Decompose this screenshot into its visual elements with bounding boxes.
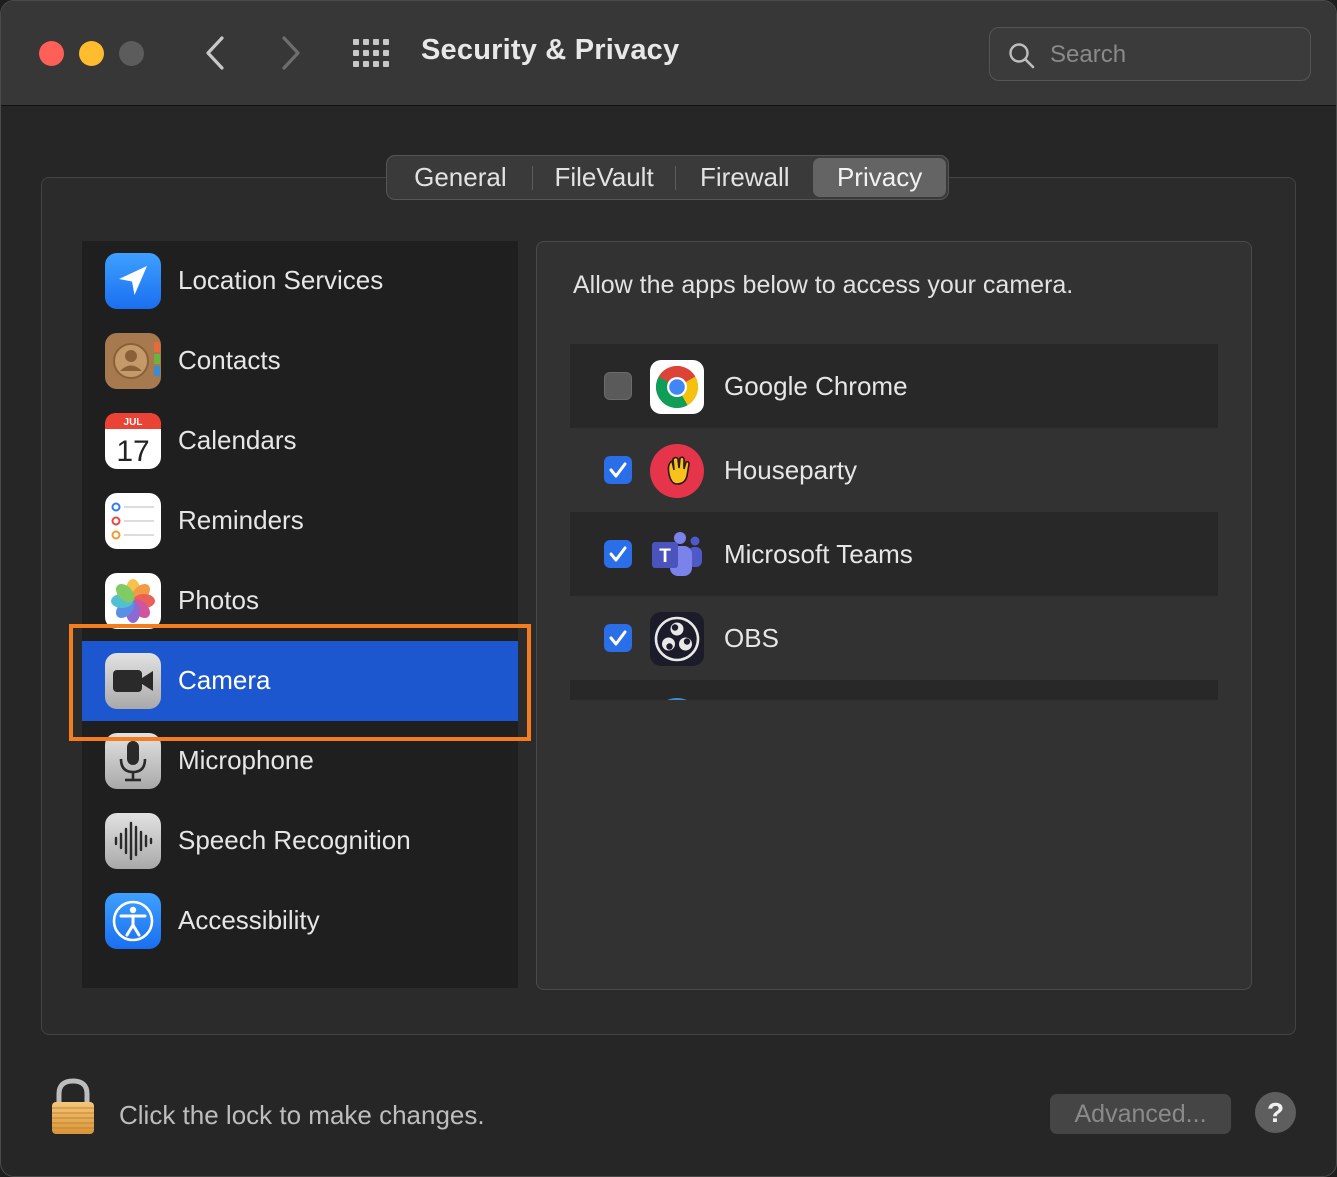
camera-icon — [105, 653, 161, 709]
preferences-window: Security & Privacy General FileVault Fir… — [0, 0, 1337, 1177]
sidebar-item-microphone[interactable]: Microphone — [82, 721, 518, 801]
app-list[interactable]: Google Chrome Houseparty T Microsoft Tea… — [570, 344, 1218, 700]
calendar-icon: JUL 17 — [105, 413, 161, 469]
sidebar-item-reminders[interactable]: Reminders — [82, 481, 518, 561]
sidebar-item-label: Calendars — [178, 425, 297, 455]
partial-app-icon — [667, 698, 687, 700]
app-row-partial — [570, 680, 1218, 700]
show-all-button[interactable] — [351, 37, 391, 69]
app-row-obs: OBS — [570, 596, 1218, 680]
tab-privacy[interactable]: Privacy — [813, 158, 946, 197]
accessibility-icon — [105, 893, 161, 949]
tab-firewall[interactable]: Firewall — [676, 158, 813, 197]
search-input[interactable] — [1050, 38, 1290, 72]
sidebar-item-label: Reminders — [178, 505, 304, 535]
reminders-icon — [105, 493, 161, 549]
photos-icon — [105, 573, 161, 629]
minimize-window-button[interactable] — [79, 41, 104, 66]
window-title: Security & Privacy — [421, 34, 680, 66]
help-button[interactable]: ? — [1255, 1092, 1296, 1133]
search-icon — [1009, 43, 1035, 69]
app-name: OBS — [724, 623, 779, 653]
search-field[interactable] — [989, 27, 1311, 81]
microphone-icon — [105, 733, 161, 789]
sidebar-item-label: Microphone — [178, 745, 314, 775]
app-name: Google Chrome — [724, 371, 908, 401]
chevron-left-icon — [206, 36, 224, 70]
teams-letter: T — [659, 546, 671, 567]
back-button[interactable] — [195, 31, 235, 75]
advanced-button[interactable]: Advanced... — [1050, 1094, 1231, 1134]
sidebar-item-speech-recognition[interactable]: Speech Recognition — [82, 801, 518, 881]
title-bar: Security & Privacy — [1, 1, 1336, 106]
app-name: Houseparty — [724, 455, 857, 485]
checkmark-icon — [609, 630, 627, 646]
obs-icon — [650, 612, 704, 666]
lock-message: Click the lock to make changes. — [119, 1100, 485, 1130]
zoom-window-button[interactable] — [119, 41, 144, 66]
app-row-houseparty: Houseparty — [570, 428, 1218, 512]
app-checkbox-google-chrome[interactable] — [604, 372, 632, 400]
tab-filevault[interactable]: FileVault — [533, 158, 676, 197]
privacy-categories-list: Location Services Contacts JUL 17 Calend… — [82, 241, 518, 988]
calendar-month: JUL — [124, 417, 143, 428]
sidebar-item-accessibility[interactable]: Accessibility — [82, 881, 518, 961]
panel-description: Allow the apps below to access your came… — [573, 271, 1074, 299]
checkmark-icon — [609, 546, 627, 562]
app-name: Microsoft Teams — [724, 539, 913, 569]
app-row-google-chrome: Google Chrome — [570, 344, 1218, 428]
sidebar-item-photos[interactable]: Photos — [82, 561, 518, 641]
chrome-icon — [650, 360, 704, 414]
grid-icon — [353, 39, 389, 67]
calendar-day: 17 — [116, 435, 149, 468]
sidebar-item-camera[interactable]: Camera — [82, 641, 518, 721]
sidebar-item-label: Location Services — [178, 265, 384, 295]
tab-bar: General FileVault Firewall Privacy — [386, 155, 949, 200]
app-row-microsoft-teams: T Microsoft Teams — [570, 512, 1218, 596]
lock-icon[interactable] — [49, 1078, 97, 1136]
houseparty-icon — [650, 444, 704, 498]
sidebar-item-label: Speech Recognition — [178, 825, 411, 855]
sidebar-item-label: Photos — [178, 585, 259, 615]
close-window-button[interactable] — [39, 41, 64, 66]
waveform-icon — [105, 813, 161, 869]
camera-access-panel: Allow the apps below to access your came… — [536, 241, 1252, 990]
sidebar-item-label: Contacts — [178, 345, 281, 375]
teams-icon: T — [652, 532, 702, 576]
forward-button[interactable] — [271, 31, 311, 75]
tab-general[interactable]: General — [389, 158, 532, 197]
app-checkbox-microsoft-teams[interactable] — [604, 540, 632, 568]
chevron-right-icon — [282, 36, 300, 70]
checkmark-icon — [609, 462, 627, 478]
app-checkbox-obs[interactable] — [604, 624, 632, 652]
app-checkbox-houseparty[interactable] — [604, 456, 632, 484]
sidebar-item-calendars[interactable]: JUL 17 Calendars — [82, 401, 518, 481]
sidebar-item-contacts[interactable]: Contacts — [82, 321, 518, 401]
location-arrow-icon — [105, 253, 161, 309]
sidebar-item-label: Camera — [178, 665, 271, 695]
contacts-icon — [105, 333, 161, 389]
sidebar-item-location-services[interactable]: Location Services — [82, 241, 518, 321]
sidebar-item-label: Accessibility — [178, 905, 320, 935]
